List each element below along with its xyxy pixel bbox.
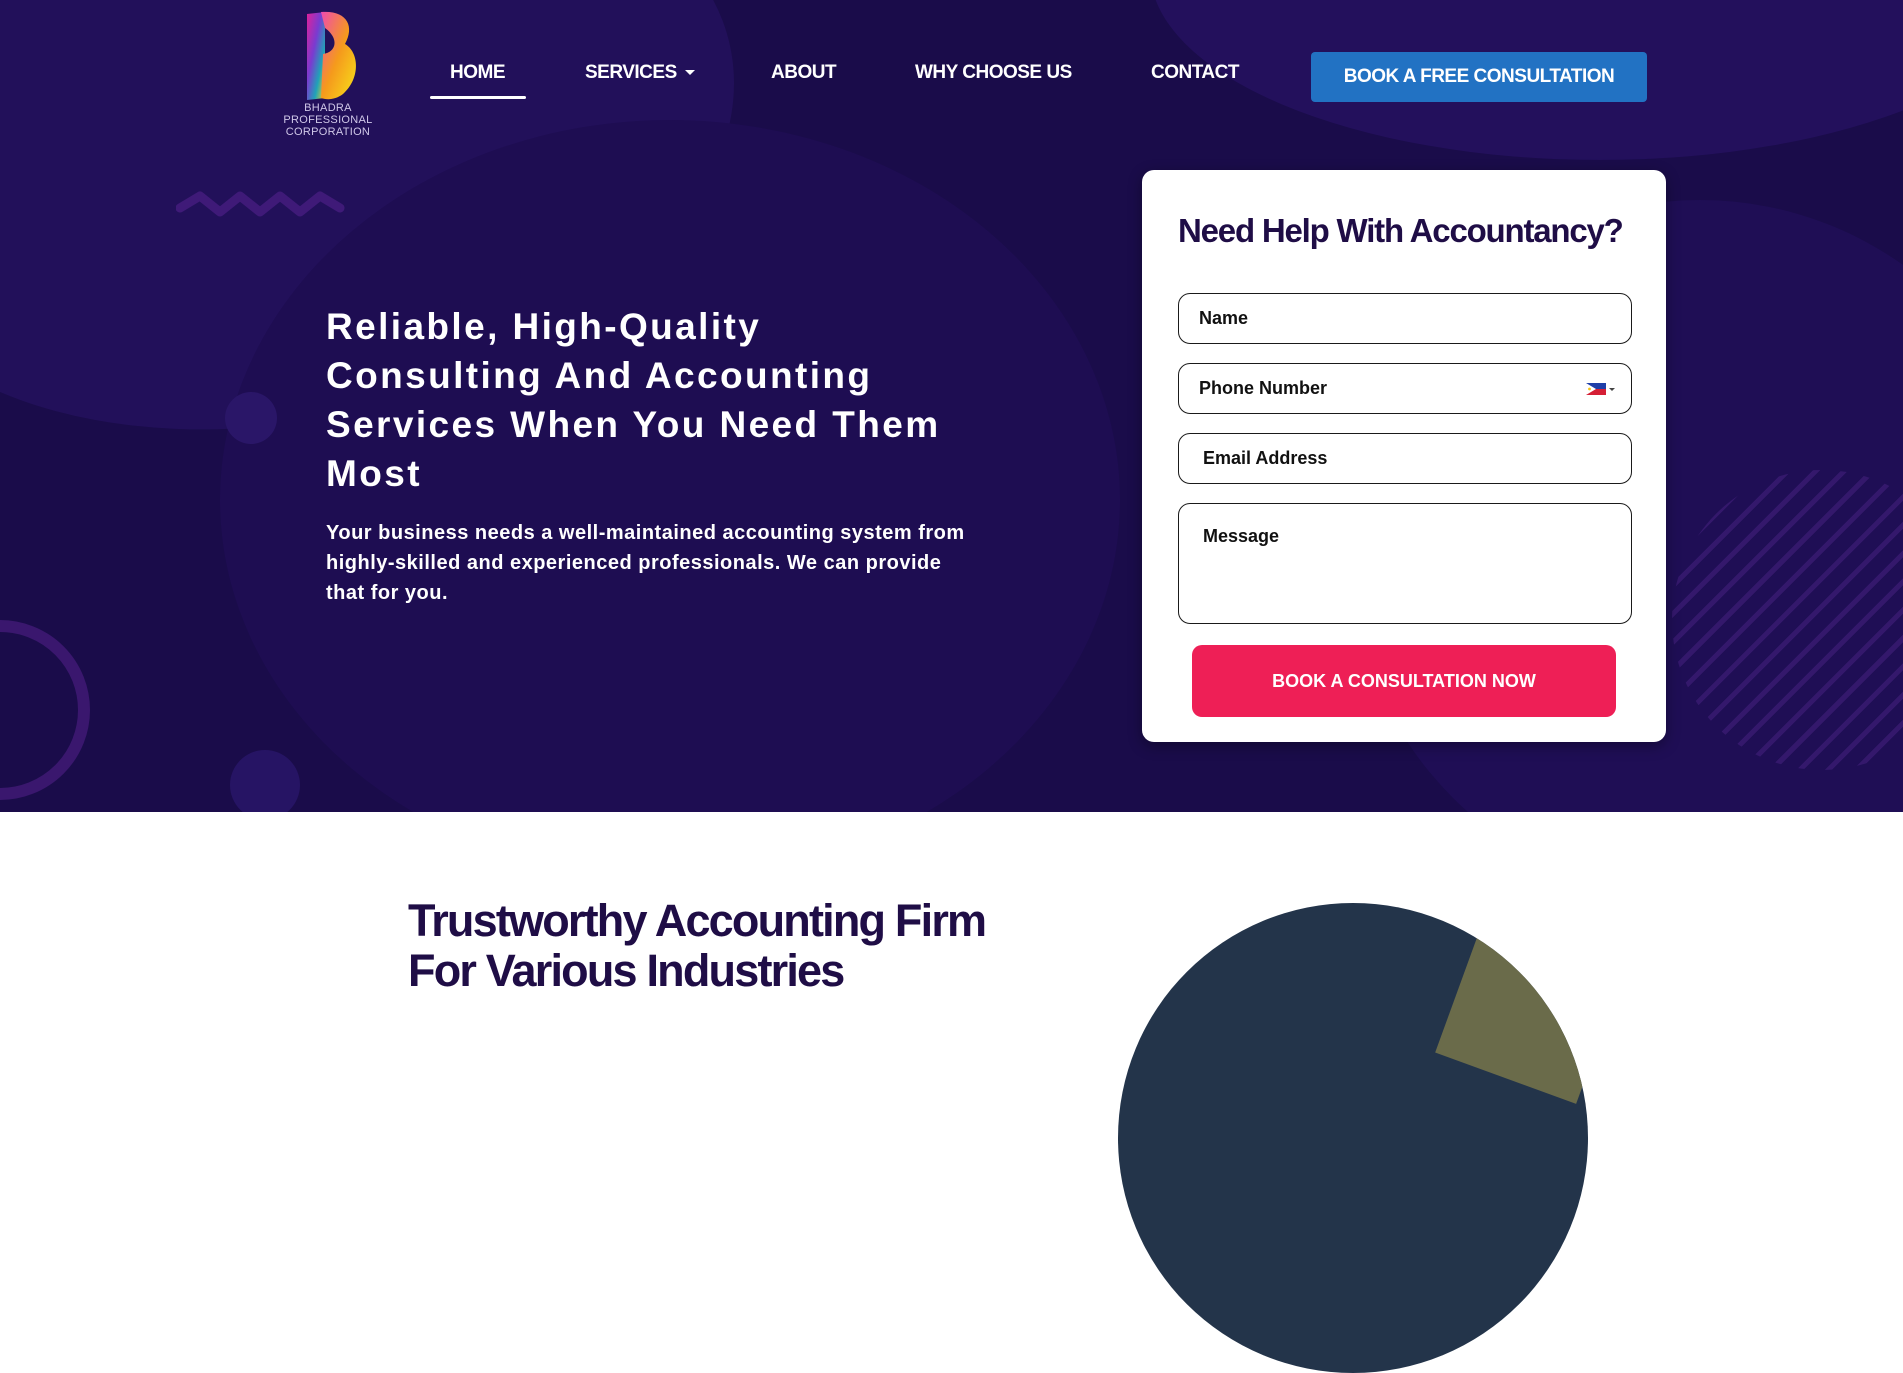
- hero-section: BHADRA PROFESSIONAL CORPORATION HOME SER…: [0, 0, 1903, 812]
- message-placeholder: Message: [1203, 526, 1280, 546]
- nav-contact[interactable]: CONTACT: [1151, 62, 1239, 84]
- hero-headline: Reliable, High-Quality Consulting And Ac…: [326, 306, 941, 494]
- brand-tagline: PROFESSIONAL: [283, 114, 373, 126]
- nav-services-label: SERVICES: [585, 62, 677, 83]
- ph-flag-icon: [1586, 383, 1606, 395]
- phone-field[interactable]: Phone Number: [1178, 363, 1632, 414]
- country-selector[interactable]: [1586, 383, 1615, 395]
- decorative-dot: [225, 392, 277, 444]
- decorative-dot: [230, 750, 300, 812]
- circular-photo: [1118, 903, 1588, 1373]
- brand-logo[interactable]: BHADRA PROFESSIONAL CORPORATION: [280, 8, 376, 138]
- nav-home[interactable]: HOME: [450, 62, 506, 84]
- decorative-zigzag: [176, 191, 345, 217]
- email-placeholder: Email Address: [1203, 448, 1328, 468]
- chevron-down-icon: [1609, 387, 1615, 391]
- book-consultation-now-button[interactable]: BOOK A CONSULTATION NOW: [1192, 645, 1616, 717]
- decorative-ring: [0, 620, 90, 800]
- brand-name: BHADRA: [304, 102, 352, 114]
- logo-b-icon: [307, 11, 356, 100]
- brand-tagline: CORPORATION: [285, 126, 371, 138]
- name-placeholder: Name: [1199, 308, 1249, 328]
- section-title: Trustworthy Accounting Firm For Various …: [408, 895, 987, 996]
- nav-services[interactable]: SERVICES: [585, 62, 695, 84]
- email-field[interactable]: Email Address: [1178, 433, 1632, 484]
- name-field[interactable]: Name: [1178, 293, 1632, 344]
- form-title: Need Help With Accountancy?: [1178, 212, 1624, 249]
- hero-subtext: Your business needs a well-maintained ac…: [326, 522, 965, 604]
- active-nav-indicator: [430, 96, 526, 99]
- chevron-down-icon: [684, 70, 695, 76]
- consultation-form: Need Help With Accountancy? Name Phone N…: [1142, 170, 1666, 742]
- section-title-line: For Various Industries: [408, 945, 845, 996]
- nav-about[interactable]: ABOUT: [771, 62, 837, 84]
- nav-why-choose-us[interactable]: WHY CHOOSE US: [915, 62, 1072, 84]
- book-free-consultation-button[interactable]: BOOK A FREE CONSULTATION: [1311, 52, 1647, 102]
- section-title-line: Trustworthy Accounting Firm: [408, 895, 987, 946]
- phone-placeholder: Phone Number: [1199, 378, 1328, 398]
- message-field[interactable]: Message: [1178, 503, 1632, 624]
